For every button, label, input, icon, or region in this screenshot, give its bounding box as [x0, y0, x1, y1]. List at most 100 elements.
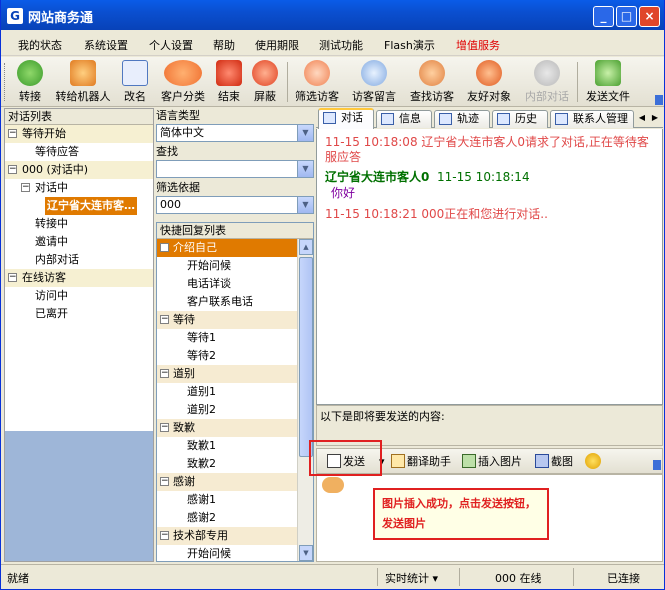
tree-node-internal-chat[interactable]: 内部对话: [5, 251, 153, 269]
quick-reply-item[interactable]: 感谢1: [157, 491, 313, 509]
quick-reply-scrollbar[interactable]: ▲ ▼: [297, 239, 313, 561]
collapse-icon[interactable]: −: [160, 369, 169, 378]
collapse-icon[interactable]: −: [21, 183, 30, 192]
menu-usage-period[interactable]: 使用期限: [255, 37, 299, 53]
tree-node-transferring[interactable]: 转接中: [5, 215, 153, 233]
menu-flash-demo[interactable]: Flash演示: [384, 37, 435, 53]
collapse-icon[interactable]: −: [8, 165, 17, 174]
toolbar-filter-visitor-button[interactable]: 筛选访客: [292, 60, 342, 104]
menu-test-features[interactable]: 测试功能: [319, 37, 363, 53]
search-label: 查找: [156, 145, 178, 158]
maximize-button[interactable]: □: [616, 6, 637, 27]
tree-node-visitor-dalian[interactable]: 辽宁省大连市客…: [5, 197, 153, 215]
filter-select[interactable]: 000 ▼: [156, 196, 314, 214]
tree-empty-area: [5, 431, 153, 561]
scroll-up-icon[interactable]: ▲: [299, 239, 313, 255]
status-online: 000 在线: [495, 572, 542, 585]
menu-value-added-services[interactable]: 增值服务: [456, 37, 500, 53]
quick-reply-panel: 语言类型 简体中文 ▼ 查找 ▼ 筛选依据 000 ▼ 快捷回复列表 − 介绍自己…: [156, 108, 314, 562]
toolbar-end-button[interactable]: 结束: [214, 60, 244, 104]
collapse-icon[interactable]: −: [160, 315, 169, 324]
menu-system-settings[interactable]: 系统设置: [84, 37, 128, 53]
quick-reply-group[interactable]: − 介绍自己: [157, 239, 313, 257]
tree-node-online-visitors[interactable]: − 在线访客: [5, 269, 153, 287]
toolbar-internal-chat-button[interactable]: 内部对话: [521, 60, 573, 104]
tree-node-waiting-start[interactable]: − 等待开始: [5, 125, 153, 143]
toolbar-friend-button[interactable]: 友好对象: [463, 60, 515, 104]
scroll-down-icon[interactable]: ▼: [299, 545, 313, 561]
toolbar-grip[interactable]: [4, 63, 7, 101]
status-connection: 已连接: [607, 572, 640, 585]
tree-node-left[interactable]: 已离开: [5, 305, 153, 323]
emoji-icon[interactable]: [585, 453, 601, 469]
tab-trail[interactable]: 轨迹: [434, 110, 490, 128]
quick-reply-group[interactable]: − 道别: [157, 365, 313, 383]
quick-reply-item[interactable]: 客户联系电话: [157, 293, 313, 311]
insert-image-button[interactable]: 插入图片: [462, 454, 522, 470]
chevron-down-icon[interactable]: ▼: [297, 161, 313, 177]
collapse-icon[interactable]: −: [160, 243, 169, 252]
menu-my-status[interactable]: 我的状态: [18, 37, 62, 53]
tree-node-waiting-answer[interactable]: 等待应答: [5, 143, 153, 161]
collapse-icon[interactable]: −: [8, 273, 17, 282]
tab-history[interactable]: 历史: [492, 110, 548, 128]
toolbar-overflow-icon[interactable]: [655, 95, 663, 105]
chevron-down-icon[interactable]: ▼: [297, 197, 313, 213]
realtime-stats-button[interactable]: 实时统计 ▾: [385, 570, 438, 586]
toolbar-find-visitor-button[interactable]: 查找访客: [406, 60, 458, 104]
screenshot-button[interactable]: 截图: [535, 454, 573, 470]
title-bar[interactable]: G 网站商务通 _ □ ×: [1, 0, 664, 30]
quick-reply-item[interactable]: 道别2: [157, 401, 313, 419]
quick-reply-item[interactable]: 感谢2: [157, 509, 313, 527]
toolbar-robot-button[interactable]: 转给机器人: [51, 60, 115, 104]
collapse-icon[interactable]: −: [8, 129, 17, 138]
conversation-tree-header: 对话列表: [5, 109, 153, 125]
block-icon: [252, 60, 278, 86]
quick-reply-item[interactable]: 致歉1: [157, 437, 313, 455]
quick-reply-item[interactable]: 等待1: [157, 329, 313, 347]
sendbar-overflow-icon[interactable]: [653, 460, 661, 470]
quick-reply-list: 快捷回复列表 − 介绍自己 开始问候 电话详谈 客户联系电话 − 等待 等待1 等待…: [156, 222, 314, 562]
scrollbar-thumb[interactable]: [299, 257, 313, 457]
quick-reply-group[interactable]: − 等待: [157, 311, 313, 329]
quick-reply-item[interactable]: 道别1: [157, 383, 313, 401]
quick-reply-item[interactable]: 等待2: [157, 347, 313, 365]
quick-reply-group[interactable]: − 技术部专用: [157, 527, 313, 545]
toolbar-rename-button[interactable]: 改名: [119, 60, 151, 104]
menu-personal-settings[interactable]: 个人设置: [149, 37, 193, 53]
quick-reply-item[interactable]: 开始问候: [157, 257, 313, 275]
tab-scroll-right-icon[interactable]: ▶: [649, 111, 661, 125]
tree-node-agent-000[interactable]: − 000 (对话中): [5, 161, 153, 179]
tree-node-visiting[interactable]: 访问中: [5, 287, 153, 305]
tab-scroll-left-icon[interactable]: ◀: [636, 111, 648, 125]
toolbar-transfer-button[interactable]: 转接: [13, 60, 47, 104]
quick-reply-item[interactable]: 开始问候: [157, 545, 313, 561]
quick-reply-group[interactable]: − 感谢: [157, 473, 313, 491]
toolbar-customer-group-button[interactable]: 客户分类: [157, 60, 209, 104]
trail-icon: [439, 113, 452, 125]
chevron-down-icon[interactable]: ▼: [297, 125, 313, 141]
tab-conversation[interactable]: 对话: [318, 108, 374, 129]
collapse-icon[interactable]: −: [160, 477, 169, 486]
friend-icon: [476, 60, 502, 86]
toolbar-visitor-message-button[interactable]: 访客留言: [348, 60, 400, 104]
app-logo-icon: G: [7, 8, 23, 24]
toolbar-block-button[interactable]: 屏蔽: [249, 60, 281, 104]
collapse-icon[interactable]: −: [160, 531, 169, 540]
tab-info[interactable]: 信息: [376, 110, 432, 128]
toolbar-send-file-button[interactable]: 发送文件: [582, 60, 634, 104]
find-visitor-icon: [419, 60, 445, 86]
tab-contacts[interactable]: 联系人管理: [550, 110, 634, 128]
tree-node-in-conversation[interactable]: − 对话中: [5, 179, 153, 197]
quick-reply-item[interactable]: 电话详谈: [157, 275, 313, 293]
collapse-icon[interactable]: −: [160, 423, 169, 432]
translate-button[interactable]: 翻译助手: [391, 454, 451, 470]
language-select[interactable]: 简体中文 ▼: [156, 124, 314, 142]
search-input[interactable]: ▼: [156, 160, 314, 178]
tree-node-inviting[interactable]: 邀请中: [5, 233, 153, 251]
close-button[interactable]: ×: [639, 6, 660, 27]
menu-help[interactable]: 帮助: [213, 37, 235, 53]
minimize-button[interactable]: _: [593, 6, 614, 27]
quick-reply-group[interactable]: − 致歉: [157, 419, 313, 437]
quick-reply-item[interactable]: 致歉2: [157, 455, 313, 473]
